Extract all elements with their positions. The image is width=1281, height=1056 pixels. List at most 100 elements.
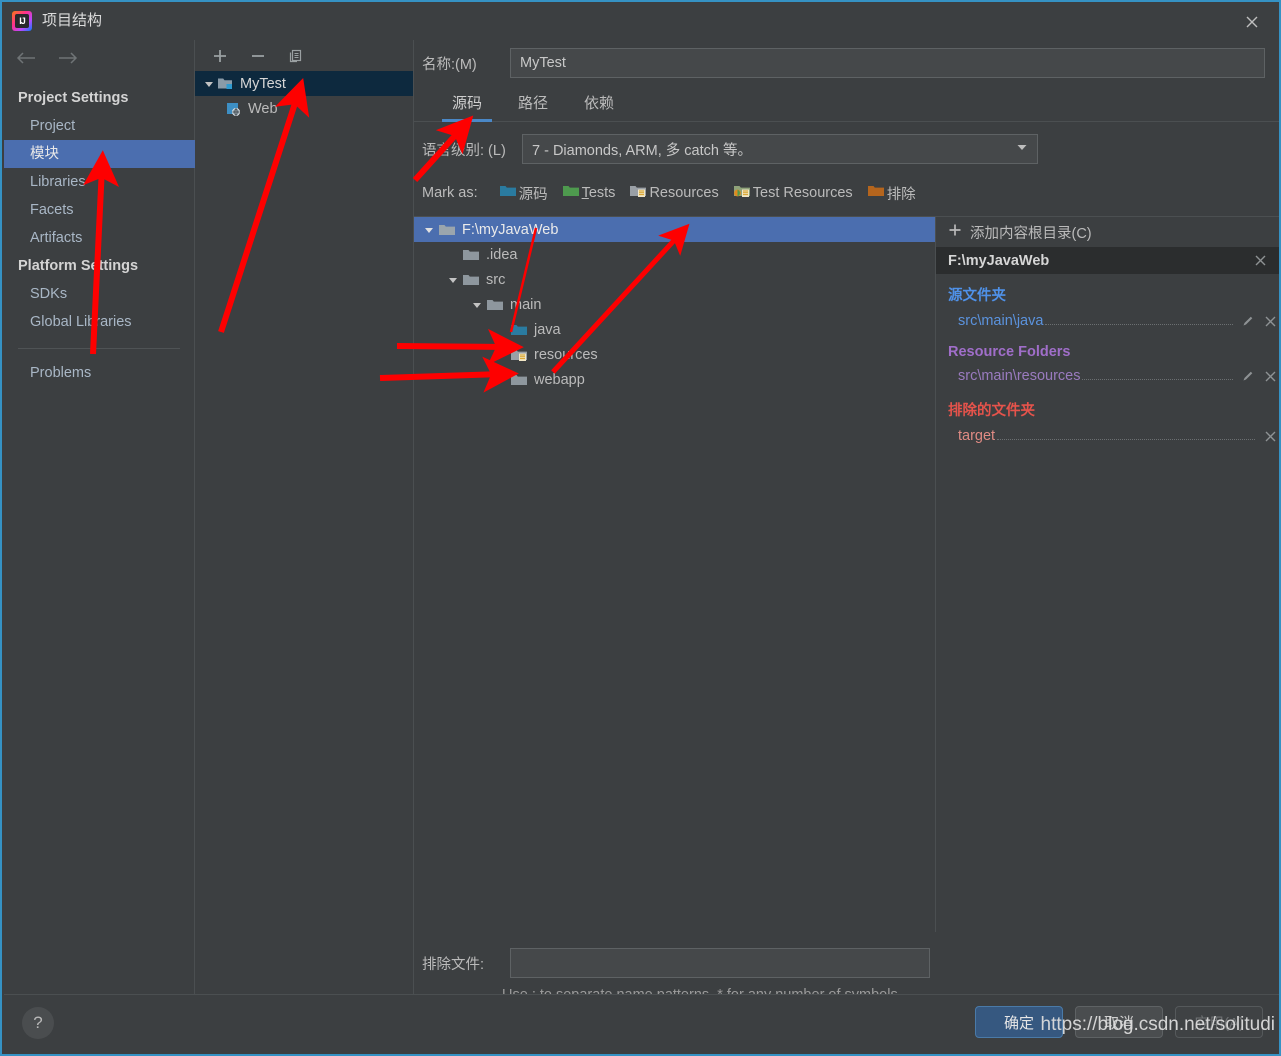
sidebar-list: Project Settings Project 模块 Libraries Fa… <box>4 84 195 387</box>
excluded-folder-icon <box>867 184 885 202</box>
module-toolbar <box>195 40 413 68</box>
tree-row-label: resources <box>534 346 598 363</box>
root-entry-path: target <box>958 428 996 444</box>
content-roots-pane: 添加内容根目录(C) F:\myJavaWeb 源文件夹 src\main\ja… <box>936 217 1279 932</box>
close-icon[interactable] <box>1259 425 1279 447</box>
close-icon[interactable] <box>1249 250 1271 272</box>
sidebar-item-global-libraries[interactable]: Global Libraries <box>4 308 194 336</box>
dialog-footer: ? 确定 取消 应用(A) <box>4 994 1279 1052</box>
root-entry-sources[interactable]: src\main\java <box>936 308 1279 334</box>
pencil-icon[interactable] <box>1237 365 1259 387</box>
module-name-row: 名称:(M) <box>414 40 1279 86</box>
mark-as-resources-label: Resources <box>649 185 719 201</box>
tree-row-idea[interactable]: .idea <box>414 242 935 267</box>
tree-row-webapp[interactable]: webapp <box>414 367 935 392</box>
module-tree: MyTest Web <box>195 71 413 121</box>
sidebar-item-problems[interactable]: Problems <box>4 359 194 387</box>
language-level-value: 7 - Diamonds, ARM, 多 catch 等。 <box>532 142 752 159</box>
sources-folder-icon <box>510 323 530 337</box>
mark-as-test-resources-button[interactable]: Test Resources <box>726 182 860 204</box>
sidebar-item-project[interactable]: Project <box>4 112 194 140</box>
module-tree-item-web[interactable]: Web <box>195 96 413 121</box>
folder-icon <box>486 298 506 312</box>
chevron-down-icon[interactable] <box>468 300 486 310</box>
tree-row-label: java <box>534 321 561 338</box>
folder-icon <box>462 248 482 262</box>
settings-sidebar: Project Settings Project 模块 Libraries Fa… <box>4 40 195 998</box>
mark-as-excluded-button[interactable]: 排除 <box>860 181 923 206</box>
copy-module-button[interactable] <box>285 45 307 67</box>
tab-sources[interactable]: 源码 <box>434 88 500 122</box>
add-content-root-label: 添加内容根目录(C) <box>970 225 1092 242</box>
sidebar-divider <box>18 348 180 349</box>
close-icon[interactable] <box>1237 10 1267 34</box>
sidebar-item-libraries[interactable]: Libraries <box>4 168 194 196</box>
chevron-down-icon[interactable] <box>420 225 438 235</box>
close-icon[interactable] <box>1259 310 1279 332</box>
sidebar-item-artifacts[interactable]: Artifacts <box>4 224 194 252</box>
tree-row-java[interactable]: java <box>414 317 935 342</box>
module-tree-item-mytest[interactable]: MyTest <box>195 71 413 96</box>
cancel-button[interactable]: 取消 <box>1075 1006 1163 1038</box>
dialog-buttons: 确定 取消 应用(A) <box>975 1006 1263 1038</box>
resources-folder-icon <box>510 348 530 362</box>
root-group-title-resources: Resource Folders <box>948 344 1071 360</box>
root-group-title-excluded: 排除的文件夹 <box>948 403 1035 419</box>
arrow-right-icon[interactable] <box>56 48 80 68</box>
sources-folder-icon <box>499 184 517 202</box>
root-entry-excluded[interactable]: target <box>936 423 1279 449</box>
plus-icon <box>948 223 962 241</box>
chevron-down-icon[interactable] <box>444 275 462 285</box>
mark-as-tests-mnemonic: T <box>581 185 589 201</box>
mark-as-excluded-label: 排除 <box>886 186 916 203</box>
module-settings-panel: 名称:(M) 源码 路径 依赖 语言级别: (L) 7 - Diamonds, … <box>414 40 1279 1025</box>
close-icon[interactable] <box>1259 365 1279 387</box>
mark-as-resources-button[interactable]: Resources <box>622 182 725 204</box>
sidebar-item-sdks[interactable]: SDKs <box>4 280 194 308</box>
chevron-down-icon[interactable] <box>201 79 217 89</box>
content-directory-tree: F:\myJavaWeb .idea src main java resourc… <box>414 217 936 932</box>
tree-row-label: .idea <box>486 246 518 263</box>
tree-row-content-root[interactable]: F:\myJavaWeb <box>414 217 935 242</box>
arrow-left-icon[interactable] <box>14 48 38 68</box>
sidebar-item-modules[interactable]: 模块 <box>4 140 195 168</box>
root-entry-resources[interactable]: src\main\resources <box>936 363 1279 389</box>
tree-row-src[interactable]: src <box>414 267 935 292</box>
mark-as-tests-button[interactable]: Tests <box>555 182 623 204</box>
module-tree-item-label: MyTest <box>240 75 286 92</box>
help-button[interactable]: ? <box>22 1007 54 1039</box>
mark-as-tests-label: Tests <box>582 185 616 201</box>
title-bar: IJ 项目结构 <box>2 2 1279 40</box>
tree-row-label: F:\myJavaWeb <box>462 221 559 238</box>
tree-row-label: webapp <box>534 371 585 388</box>
module-tree-item-label: Web <box>248 100 278 117</box>
sidebar-group-project-settings: Project Settings <box>18 90 129 106</box>
tree-row-main[interactable]: main <box>414 292 935 317</box>
module-name-input[interactable] <box>510 48 1265 78</box>
sidebar-nav-arrows <box>4 40 194 76</box>
module-folder-icon <box>217 76 235 91</box>
exclude-files-input[interactable] <box>510 948 930 978</box>
remove-module-button[interactable] <box>247 45 269 67</box>
intellij-idea-icon: IJ <box>12 11 32 31</box>
chevron-right-icon[interactable] <box>492 375 510 385</box>
language-level-row: 语言级别: (L) 7 - Diamonds, ARM, 多 catch 等。 <box>414 122 1279 176</box>
add-content-root-button[interactable]: 添加内容根目录(C) <box>936 217 1279 247</box>
tree-row-label: main <box>510 296 542 313</box>
tree-row-resources[interactable]: resources <box>414 342 935 367</box>
language-level-select[interactable]: 7 - Diamonds, ARM, 多 catch 等。 <box>522 134 1038 164</box>
resources-folder-icon <box>629 184 647 202</box>
add-module-button[interactable] <box>209 45 231 67</box>
mark-as-sources-button[interactable]: 源码 <box>492 181 555 206</box>
pencil-icon[interactable] <box>1237 310 1259 332</box>
tab-dependencies[interactable]: 依赖 <box>566 88 632 121</box>
exclude-files-label: 排除文件: <box>422 956 485 973</box>
ok-button[interactable]: 确定 <box>975 1006 1063 1038</box>
tab-paths[interactable]: 路径 <box>500 88 566 121</box>
root-group-title-sources: 源文件夹 <box>948 288 1006 304</box>
chevron-down-icon <box>1016 141 1028 157</box>
sidebar-item-facets[interactable]: Facets <box>4 196 194 224</box>
tree-row-label: src <box>486 271 506 288</box>
mark-as-row: Mark as: 源码 Tests Resources Test Resourc… <box>414 176 1279 210</box>
tests-folder-icon <box>562 184 580 202</box>
